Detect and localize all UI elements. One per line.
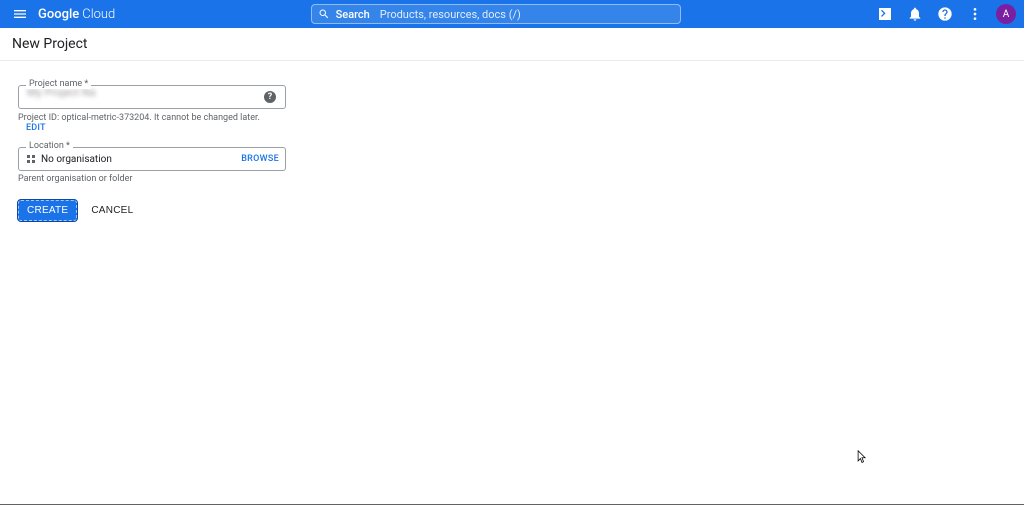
topbar-actions: A <box>876 4 1016 24</box>
search-container: Search Products, resources, docs (/) <box>115 4 876 24</box>
console-icon[interactable] <box>876 5 894 23</box>
project-id-prefix: Project ID: <box>18 113 59 123</box>
search-icon <box>318 8 330 20</box>
location-label: Location * <box>26 141 73 151</box>
location-helper-text: Parent organisation or folder <box>18 174 282 184</box>
help-icon[interactable] <box>936 5 954 23</box>
location-value: No organisation <box>41 154 241 165</box>
avatar-letter: A <box>1003 9 1010 20</box>
cancel-button[interactable]: CANCEL <box>87 200 137 221</box>
hamburger-menu-icon[interactable] <box>8 2 32 26</box>
google-cloud-logo[interactable]: Google Cloud <box>38 7 115 22</box>
project-id-suffix: . It cannot be changed later. <box>149 113 260 123</box>
more-options-icon[interactable] <box>966 5 984 23</box>
search-box[interactable]: Search Products, resources, docs (/) <box>311 4 681 24</box>
project-name-label: Project name * <box>26 79 91 89</box>
new-project-form: Project name * My Project Na ? Project I… <box>0 61 300 237</box>
mouse-cursor-icon <box>857 450 867 464</box>
project-name-help-icon[interactable]: ? <box>264 91 276 103</box>
project-id-line: Project ID: optical-metric-373204. It ca… <box>18 113 282 133</box>
browse-button[interactable]: BROWSE <box>241 154 279 164</box>
organisation-icon <box>25 153 37 165</box>
page-title: New Project <box>0 28 1024 61</box>
project-name-field: Project name * My Project Na ? <box>18 85 282 109</box>
create-button[interactable]: CREATE <box>18 200 77 221</box>
edit-project-id-link[interactable]: EDIT <box>26 123 46 133</box>
search-label: Search <box>336 8 370 21</box>
top-navigation-bar: Google Cloud Search Products, resources,… <box>0 0 1024 28</box>
notifications-icon[interactable] <box>906 5 924 23</box>
project-id-value: optical-metric-373204 <box>61 113 149 123</box>
footer-divider <box>0 504 1024 505</box>
form-actions: CREATE CANCEL <box>18 200 282 221</box>
logo-text-bold: Google <box>38 7 79 22</box>
location-field: Location * No organisation BROWSE Parent… <box>18 147 282 184</box>
user-avatar[interactable]: A <box>996 4 1016 24</box>
search-placeholder: Products, resources, docs (/) <box>380 8 521 21</box>
logo-text-light: Cloud <box>82 7 115 22</box>
